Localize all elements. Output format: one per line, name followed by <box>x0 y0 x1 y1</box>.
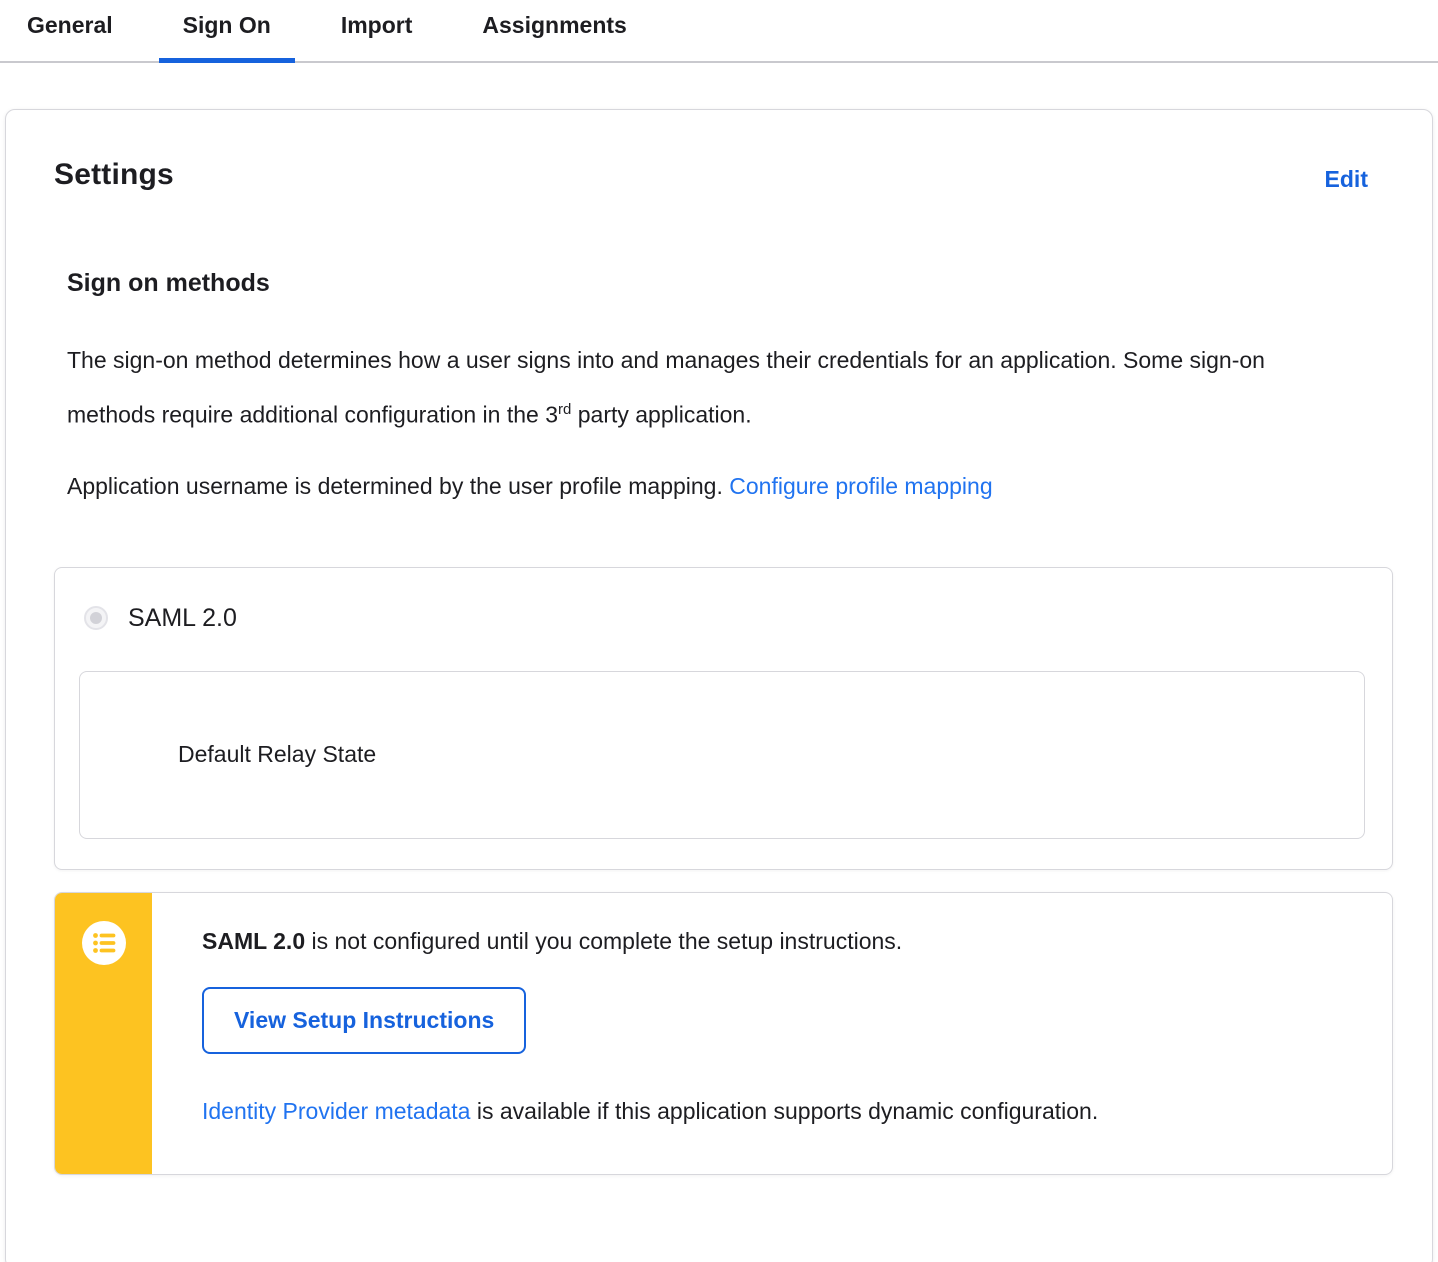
default-relay-state-field: Default Relay State <box>79 670 1365 839</box>
saml-method-box: SAML 2.0 Default Relay State <box>54 566 1393 870</box>
description-text-tail: party application. <box>571 401 752 428</box>
callout-yellow-strip <box>55 892 152 1174</box>
callout-message-rest: is not configured until you complete the… <box>305 927 903 954</box>
app-tab-bar: General Sign On Import Assignments <box>0 0 1438 63</box>
list-icon <box>81 920 126 965</box>
callout-message-bold: SAML 2.0 <box>202 927 306 954</box>
view-setup-instructions-button[interactable]: View Setup Instructions <box>202 986 527 1054</box>
configure-profile-mapping-link[interactable]: Configure profile mapping <box>729 473 992 499</box>
tab-general[interactable]: General <box>3 8 137 61</box>
description-superscript: rd <box>558 401 572 418</box>
sign-on-methods-section: Sign on methods The sign-on method deter… <box>6 269 1432 1175</box>
username-mapping-text: Application username is determined by th… <box>67 472 730 499</box>
tab-import[interactable]: Import <box>317 8 437 61</box>
saml-radio-label: SAML 2.0 <box>128 603 237 632</box>
default-relay-state-label: Default Relay State <box>178 741 377 768</box>
edit-button[interactable]: Edit <box>1325 166 1368 193</box>
tab-assignments[interactable]: Assignments <box>458 8 650 61</box>
callout-message: SAML 2.0 is not configured until you com… <box>202 925 1352 957</box>
settings-card-header: Settings Edit <box>6 110 1432 193</box>
metadata-line: Identity Provider metadata is available … <box>202 1098 1352 1125</box>
identity-provider-metadata-link[interactable]: Identity Provider metadata <box>202 1098 470 1124</box>
page-title: Settings <box>54 158 174 191</box>
setup-warning-callout: SAML 2.0 is not configured until you com… <box>54 891 1393 1175</box>
saml-radio-row: SAML 2.0 <box>84 604 1368 633</box>
tab-sign-on[interactable]: Sign On <box>158 8 296 63</box>
username-mapping-line: Application username is determined by th… <box>67 462 1297 511</box>
callout-body: SAML 2.0 is not configured until you com… <box>152 893 1392 1174</box>
sign-on-methods-heading: Sign on methods <box>67 269 270 297</box>
saml-radio-button <box>84 606 108 631</box>
sign-on-method-description: The sign-on method determines how a user… <box>67 336 1297 440</box>
settings-card: Settings Edit Sign on methods The sign-o… <box>5 109 1433 1262</box>
metadata-line-rest: is available if this application support… <box>470 1097 1099 1124</box>
